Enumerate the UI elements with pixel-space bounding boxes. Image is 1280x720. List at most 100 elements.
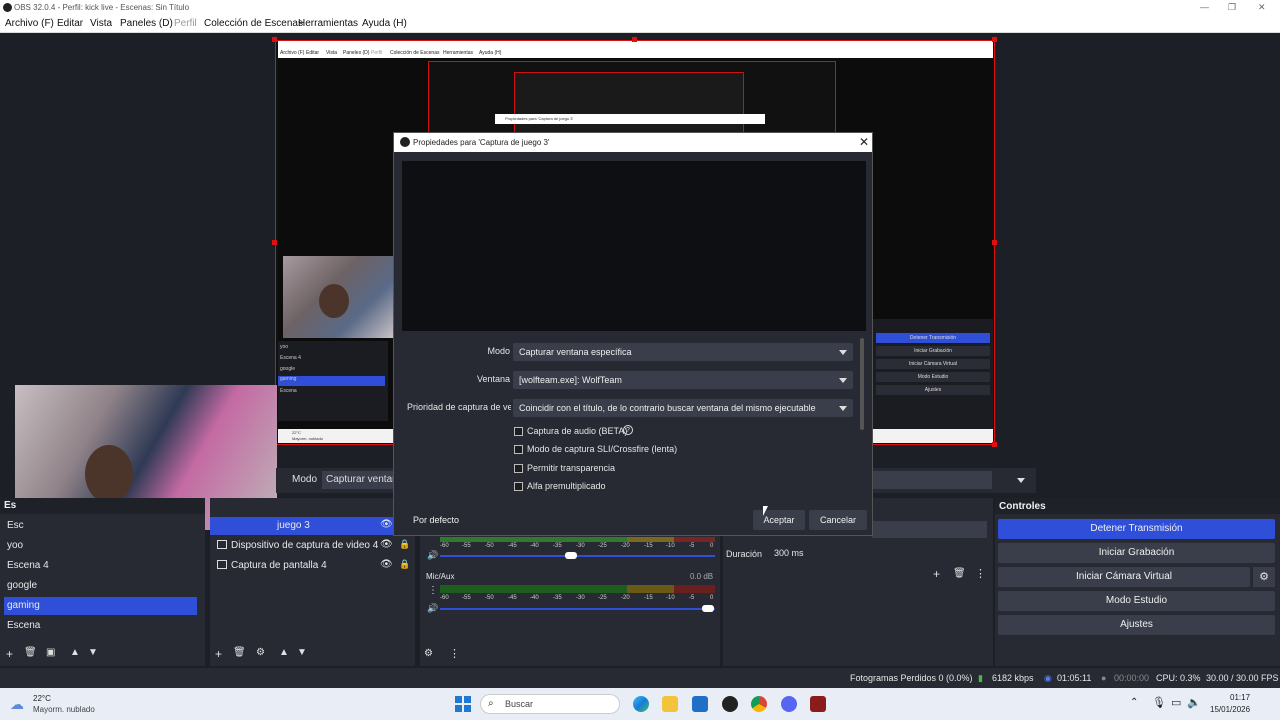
scene-item[interactable]: yoo bbox=[4, 537, 197, 555]
minimize-button[interactable]: — bbox=[1200, 2, 1209, 12]
defaults-button[interactable]: Por defecto bbox=[404, 510, 468, 530]
menu-herramientas[interactable]: Herramientas bbox=[298, 18, 358, 29]
menu-vista[interactable]: Vista bbox=[90, 18, 112, 29]
taskbar-search[interactable]: ⌕ Buscar bbox=[480, 694, 620, 714]
help-icon[interactable]: ? bbox=[623, 425, 633, 435]
add-source-icon[interactable]: + bbox=[215, 647, 222, 661]
channel1-fader[interactable] bbox=[440, 555, 715, 557]
lock-icon[interactable]: 🔒 bbox=[399, 559, 410, 570]
scene-item-selected[interactable]: gaming bbox=[4, 597, 197, 615]
settings-button[interactable]: Ajustes bbox=[998, 615, 1275, 635]
source-row[interactable]: Captura de pantalla 4 👁 🔒 bbox=[214, 557, 414, 575]
cancel-button[interactable]: Cancelar bbox=[809, 510, 867, 530]
menu-perfil[interactable]: Perfil bbox=[174, 18, 197, 29]
nested-dialog-title: Propiedades para 'Captura de juego 3' bbox=[495, 114, 765, 124]
fps: 30.00 / 30.00 FPS bbox=[1206, 673, 1279, 683]
transition-menu-icon[interactable]: ⋮ bbox=[975, 567, 986, 580]
add-scene-icon[interactable]: + bbox=[6, 647, 13, 661]
filter-scene-icon[interactable]: ▣ bbox=[46, 647, 55, 658]
network-icon[interactable]: ▭ bbox=[1171, 696, 1181, 709]
channel1-fader-handle[interactable] bbox=[565, 552, 577, 559]
obs-taskbar-icon[interactable] bbox=[722, 696, 738, 712]
transparency-checkbox[interactable] bbox=[514, 464, 523, 473]
audio-capture-checkbox[interactable] bbox=[514, 427, 523, 436]
wolfteam-icon[interactable] bbox=[810, 696, 826, 712]
prioridad-select[interactable]: Coincidir con el título, de lo contrario… bbox=[513, 399, 853, 417]
lock-icon[interactable]: 🔒 bbox=[399, 539, 410, 550]
discord-icon[interactable] bbox=[781, 696, 797, 712]
menu-ayuda[interactable]: Ayuda (H) bbox=[362, 18, 407, 29]
scene-item[interactable]: Escena 4 bbox=[4, 557, 197, 575]
speaker-icon[interactable]: 🔊 bbox=[427, 603, 438, 614]
menu-editar[interactable]: Editar bbox=[57, 18, 83, 29]
maximize-button[interactable]: ❐ bbox=[1228, 2, 1236, 13]
ventana-select[interactable]: [wolfteam.exe]: WolfTeam bbox=[513, 371, 853, 389]
chrome-icon[interactable] bbox=[751, 696, 767, 712]
edge-icon[interactable] bbox=[633, 696, 649, 712]
menu-archivo[interactable]: Archivo (F) bbox=[5, 18, 54, 29]
scene-item[interactable]: Esc bbox=[4, 517, 197, 535]
source-down-icon[interactable]: ▼ bbox=[297, 647, 307, 658]
channel-menu-icon[interactable]: ⋮ bbox=[428, 585, 438, 596]
menu-paneles[interactable]: Paneles (D) bbox=[120, 18, 173, 29]
visibility-eye-icon[interactable]: 👁 bbox=[380, 539, 393, 550]
remove-scene-icon[interactable]: 🗑 bbox=[24, 647, 37, 658]
menu-coleccion-escenas[interactable]: Colección de Escenas bbox=[204, 18, 303, 29]
remove-transition-icon[interactable]: 🗑 bbox=[953, 568, 966, 579]
microphone-icon[interactable]: 🎙 bbox=[1152, 696, 1166, 709]
sli-checkbox[interactable] bbox=[514, 445, 523, 454]
start-recording-button[interactable]: Iniciar Grabación bbox=[998, 543, 1275, 563]
source-row[interactable]: juego 3 👁 bbox=[214, 517, 414, 535]
scene-item[interactable]: Escena bbox=[4, 617, 197, 635]
mic-aux-label: Mic/Aux bbox=[426, 572, 455, 581]
add-transition-icon[interactable]: + bbox=[933, 567, 940, 581]
source-label: juego 3 bbox=[277, 520, 310, 531]
duration-input[interactable]: 300 ms bbox=[770, 544, 985, 562]
volume-icon[interactable]: 🔈 bbox=[1187, 696, 1201, 709]
monitor-icon bbox=[217, 560, 227, 569]
source-label: Dispositivo de captura de video 4 bbox=[231, 540, 379, 551]
start-virtual-camera-button[interactable]: Iniciar Cámara Virtual bbox=[998, 567, 1250, 587]
mixer-settings-icon[interactable]: ⚙ bbox=[424, 648, 433, 659]
mixer-menu-icon[interactable]: ⋮ bbox=[449, 647, 460, 660]
weather-cloud-icon[interactable]: ☁ bbox=[10, 696, 24, 713]
source-row[interactable]: Dispositivo de captura de video 4 👁 🔒 bbox=[214, 537, 414, 555]
modo-select[interactable]: Capturar ventana específica bbox=[513, 343, 853, 361]
dropped-frames: Fotogramas Perdidos 0 (0.0%) bbox=[850, 673, 973, 683]
webcam-thumbnail bbox=[283, 256, 393, 338]
close-button[interactable]: ✕ bbox=[1258, 2, 1266, 13]
visibility-eye-icon[interactable]: 👁 bbox=[380, 519, 393, 530]
tray-chevron-icon[interactable]: ⌃ bbox=[1130, 697, 1138, 708]
nested-controls: Detener Transmisión Iniciar Grabación In… bbox=[873, 319, 993, 429]
file-explorer-icon[interactable] bbox=[662, 696, 678, 712]
virtual-camera-gear-icon[interactable]: ⚙ bbox=[1253, 567, 1275, 587]
store-icon[interactable] bbox=[692, 696, 708, 712]
nested-scenes: yoo Escena 4 google gaming Escena bbox=[278, 341, 388, 421]
scene-item[interactable]: google bbox=[4, 577, 197, 595]
channel2-fader[interactable] bbox=[440, 608, 715, 610]
cpu-usage: CPU: 0.3% bbox=[1156, 673, 1201, 683]
premultiplied-alpha-checkbox[interactable] bbox=[514, 482, 523, 491]
visibility-eye-icon[interactable]: 👁 bbox=[380, 559, 393, 570]
transition-select[interactable] bbox=[872, 521, 987, 538]
ok-button[interactable]: Aceptar bbox=[753, 510, 805, 530]
weather-temp[interactable]: 22°C bbox=[33, 694, 51, 703]
move-down-icon[interactable]: ▼ bbox=[88, 647, 98, 658]
weather-desc[interactable]: Mayorm. nublado bbox=[33, 705, 95, 714]
search-placeholder: Buscar bbox=[505, 699, 534, 709]
field-label-ventana: Ventana bbox=[476, 374, 510, 384]
source-settings-gear-icon[interactable]: ⚙ bbox=[256, 647, 265, 658]
dialog-close-icon[interactable]: ✕ bbox=[859, 135, 869, 149]
source-up-icon[interactable]: ▲ bbox=[279, 647, 289, 658]
move-up-icon[interactable]: ▲ bbox=[70, 647, 80, 658]
stop-stream-button[interactable]: Detener Transmisión bbox=[998, 519, 1275, 539]
properties-scrollbar[interactable] bbox=[860, 338, 864, 430]
remove-source-icon[interactable]: 🗑 bbox=[233, 647, 246, 658]
studio-mode-button[interactable]: Modo Estudio bbox=[998, 591, 1275, 611]
clock-time[interactable]: 01:17 bbox=[1230, 693, 1250, 702]
mode-chevron-icon[interactable] bbox=[1017, 478, 1025, 483]
clock-date[interactable]: 15/01/2026 bbox=[1210, 705, 1250, 714]
windows-start-icon[interactable] bbox=[455, 696, 471, 712]
speaker-icon[interactable]: 🔊 bbox=[427, 550, 438, 561]
channel2-fader-handle[interactable] bbox=[702, 605, 714, 612]
